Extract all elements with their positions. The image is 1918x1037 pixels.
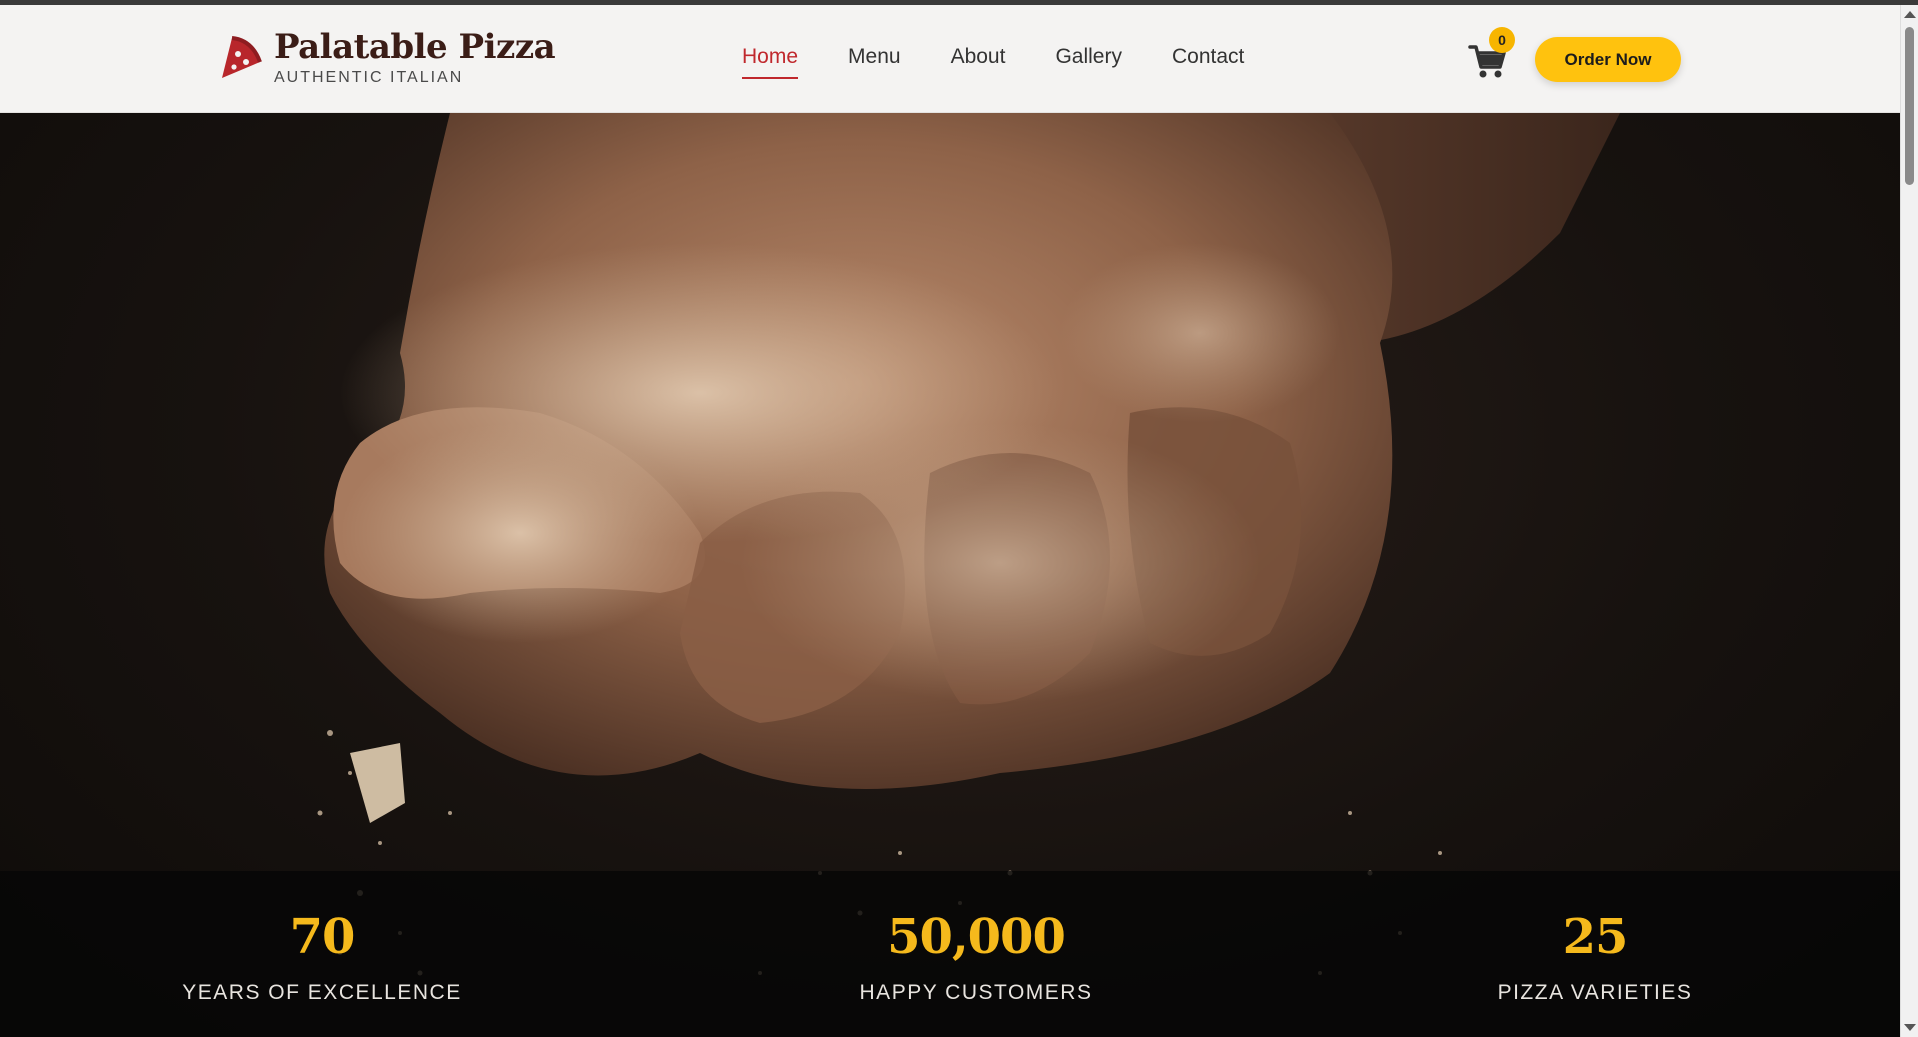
hero-section: 70 YEARS OF EXCELLENCE 50,000 HAPPY CUST… — [0, 113, 1900, 1037]
brand-name: Palatable Pizza — [274, 27, 556, 67]
page-scrollbar[interactable] — [1900, 5, 1918, 1037]
nav-about[interactable]: About — [951, 45, 1006, 79]
nav-gallery[interactable]: Gallery — [1055, 45, 1122, 79]
scroll-down-arrow-icon[interactable] — [1904, 1024, 1916, 1031]
scrollbar-thumb[interactable] — [1905, 27, 1914, 185]
stat-label: HAPPY CUSTOMERS — [859, 981, 1093, 1004]
nav-contact[interactable]: Contact — [1172, 45, 1244, 79]
page-viewport: Palatable Pizza AUTHENTIC ITALIAN Home M… — [0, 5, 1900, 1037]
stats-band: 70 YEARS OF EXCELLENCE 50,000 HAPPY CUST… — [0, 871, 1900, 1037]
stat-value: 70 — [289, 909, 356, 965]
nav-home[interactable]: Home — [742, 45, 799, 79]
stat-customers: 50,000 HAPPY CUSTOMERS — [776, 911, 1176, 1005]
brand-logo-link[interactable]: Palatable Pizza AUTHENTIC ITALIAN — [218, 27, 556, 87]
stat-value: 50,000 — [887, 909, 1066, 965]
stat-label: YEARS OF EXCELLENCE — [182, 981, 462, 1004]
stat-value: 25 — [1562, 909, 1629, 965]
scroll-up-arrow-icon[interactable] — [1904, 11, 1916, 18]
main-nav: Home Menu About Gallery Contact — [742, 45, 1294, 79]
site-header: Palatable Pizza AUTHENTIC ITALIAN Home M… — [0, 5, 1900, 113]
brand-tagline: AUTHENTIC ITALIAN — [274, 69, 464, 86]
pizza-slice-icon — [222, 36, 262, 78]
nav-menu[interactable]: Menu — [848, 45, 901, 79]
order-now-button[interactable]: Order Now — [1535, 37, 1681, 82]
stat-years: 70 YEARS OF EXCELLENCE — [122, 911, 522, 1005]
stat-varieties: 25 PIZZA VARIETIES — [1395, 911, 1795, 1005]
stat-label: PIZZA VARIETIES — [1497, 981, 1693, 1004]
cart-count-badge: 0 — [1489, 27, 1515, 53]
